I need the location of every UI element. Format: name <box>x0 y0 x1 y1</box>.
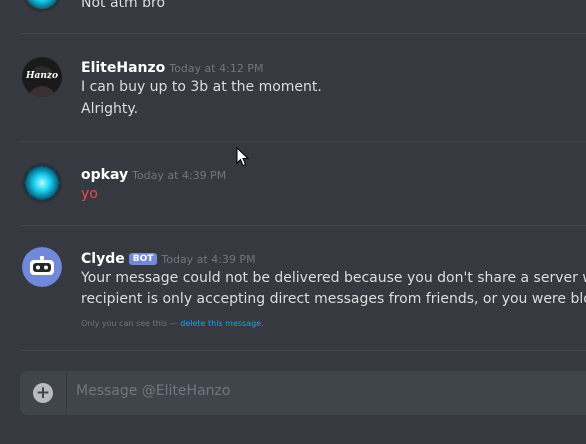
chat-area: Not atm bro Hanzo EliteHanzo Today at 4:1… <box>0 0 586 444</box>
message-divider <box>20 225 586 226</box>
avatar-clyde[interactable] <box>22 247 62 287</box>
message-text: yo <box>81 186 98 202</box>
timestamp: Today at 4:12 PM <box>169 62 264 75</box>
username[interactable]: EliteHanzo <box>81 60 165 76</box>
bot-badge: BOT <box>128 253 158 265</box>
message-header: Clyde BOT Today at 4:39 PM <box>81 248 256 267</box>
timestamp: Today at 4:39 PM <box>132 169 227 182</box>
timestamp: Today at 4:39 PM <box>161 253 256 266</box>
message-text: Alrighty. <box>81 101 139 117</box>
username[interactable]: opkay <box>81 167 128 183</box>
composer-divider <box>66 371 67 415</box>
message-text: Your message could not be delivered beca… <box>81 270 586 286</box>
message-header: EliteHanzo Today at 4:12 PM <box>81 57 263 76</box>
avatar-elitehanzo[interactable]: Hanzo <box>22 57 62 97</box>
delete-message-link[interactable]: delete this message. <box>180 319 263 328</box>
ephemeral-note: Only you can see this — <box>81 319 181 328</box>
message-text: I can buy up to 3b at the moment. <box>81 79 322 95</box>
mouse-cursor-icon <box>236 146 250 171</box>
message-divider <box>20 350 586 351</box>
avatar-logo-text: Hanzo <box>26 71 58 81</box>
message-header: opkay Today at 4:39 PM <box>81 164 226 183</box>
message-text: Not atm bro <box>81 0 166 11</box>
avatar-opkay[interactable] <box>22 163 62 203</box>
username[interactable]: Clyde <box>81 251 125 267</box>
message-text: recipient is only accepting direct messa… <box>81 291 586 307</box>
ephemeral-notice: Only you can see this — delete this mess… <box>81 319 264 328</box>
message-divider <box>20 141 586 142</box>
message-divider <box>20 33 586 34</box>
avatar-opkay-partial[interactable] <box>22 0 62 12</box>
message-input[interactable]: Message @EliteHanzo <box>76 383 230 399</box>
message-composer: + Message @EliteHanzo <box>20 371 586 415</box>
plus-circle-icon[interactable]: + <box>33 383 53 403</box>
